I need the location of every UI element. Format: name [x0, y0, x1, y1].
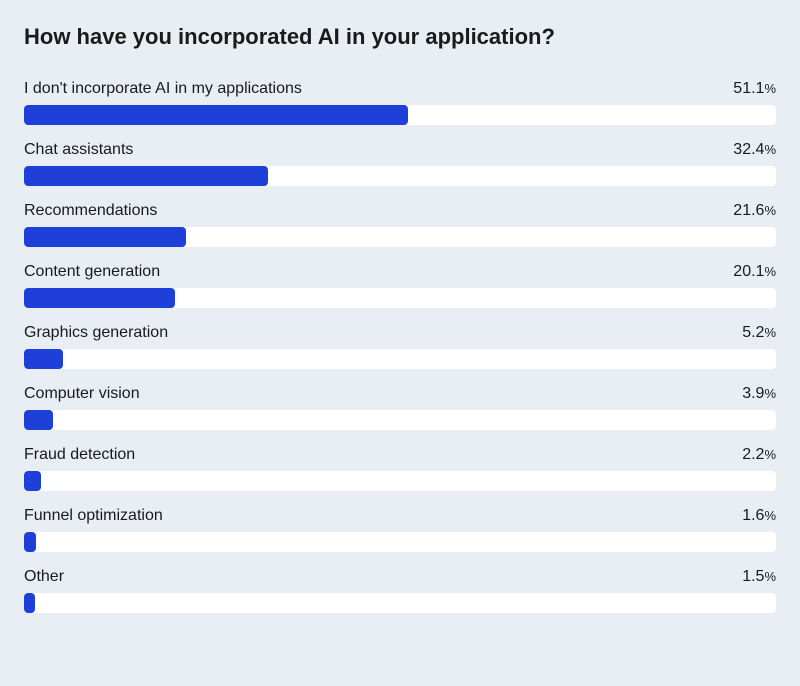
bar-value: 5.2% — [742, 324, 776, 342]
bar-value: 32.4% — [733, 141, 776, 159]
bar-list: I don't incorporate AI in my application… — [24, 80, 776, 613]
bar-header: Graphics generation 5.2% — [24, 324, 776, 342]
bar-track — [24, 593, 776, 613]
bar-row: Graphics generation 5.2% — [24, 324, 776, 369]
bar-label: Other — [24, 568, 64, 586]
bar-label: I don't incorporate AI in my application… — [24, 80, 302, 98]
bar-track — [24, 349, 776, 369]
bar-fill — [24, 471, 41, 491]
bar-header: Chat assistants 32.4% — [24, 141, 776, 159]
bar-row: I don't incorporate AI in my application… — [24, 80, 776, 125]
bar-row: Fraud detection 2.2% — [24, 446, 776, 491]
bar-track — [24, 532, 776, 552]
bar-value: 51.1% — [733, 80, 776, 98]
bar-fill — [24, 288, 175, 308]
bar-fill — [24, 105, 408, 125]
bar-track — [24, 227, 776, 247]
bar-track — [24, 410, 776, 430]
bar-label: Recommendations — [24, 202, 157, 220]
bar-track — [24, 471, 776, 491]
bar-value: 3.9% — [742, 385, 776, 403]
bar-header: Funnel optimization 1.6% — [24, 507, 776, 525]
bar-row: Chat assistants 32.4% — [24, 141, 776, 186]
bar-fill — [24, 349, 63, 369]
bar-label: Funnel optimization — [24, 507, 163, 525]
bar-value: 20.1% — [733, 263, 776, 281]
bar-row: Funnel optimization 1.6% — [24, 507, 776, 552]
bar-value: 21.6% — [733, 202, 776, 220]
bar-fill — [24, 532, 36, 552]
bar-label: Content generation — [24, 263, 160, 281]
bar-track — [24, 166, 776, 186]
bar-label: Fraud detection — [24, 446, 135, 464]
chart-title: How have you incorporated AI in your app… — [24, 24, 776, 50]
bar-header: Recommendations 21.6% — [24, 202, 776, 220]
bar-label: Chat assistants — [24, 141, 133, 159]
bar-row: Other 1.5% — [24, 568, 776, 613]
bar-value: 1.5% — [742, 568, 776, 586]
bar-row: Recommendations 21.6% — [24, 202, 776, 247]
bar-header: Other 1.5% — [24, 568, 776, 586]
bar-header: Content generation 20.1% — [24, 263, 776, 281]
bar-row: Content generation 20.1% — [24, 263, 776, 308]
bar-value: 1.6% — [742, 507, 776, 525]
chart-container: How have you incorporated AI in your app… — [24, 24, 776, 613]
bar-row: Computer vision 3.9% — [24, 385, 776, 430]
bar-fill — [24, 410, 53, 430]
bar-header: Fraud detection 2.2% — [24, 446, 776, 464]
bar-fill — [24, 593, 35, 613]
bar-fill — [24, 166, 268, 186]
bar-track — [24, 105, 776, 125]
bar-label: Computer vision — [24, 385, 140, 403]
bar-label: Graphics generation — [24, 324, 168, 342]
bar-fill — [24, 227, 186, 247]
bar-header: Computer vision 3.9% — [24, 385, 776, 403]
bar-header: I don't incorporate AI in my application… — [24, 80, 776, 98]
bar-track — [24, 288, 776, 308]
bar-value: 2.2% — [742, 446, 776, 464]
